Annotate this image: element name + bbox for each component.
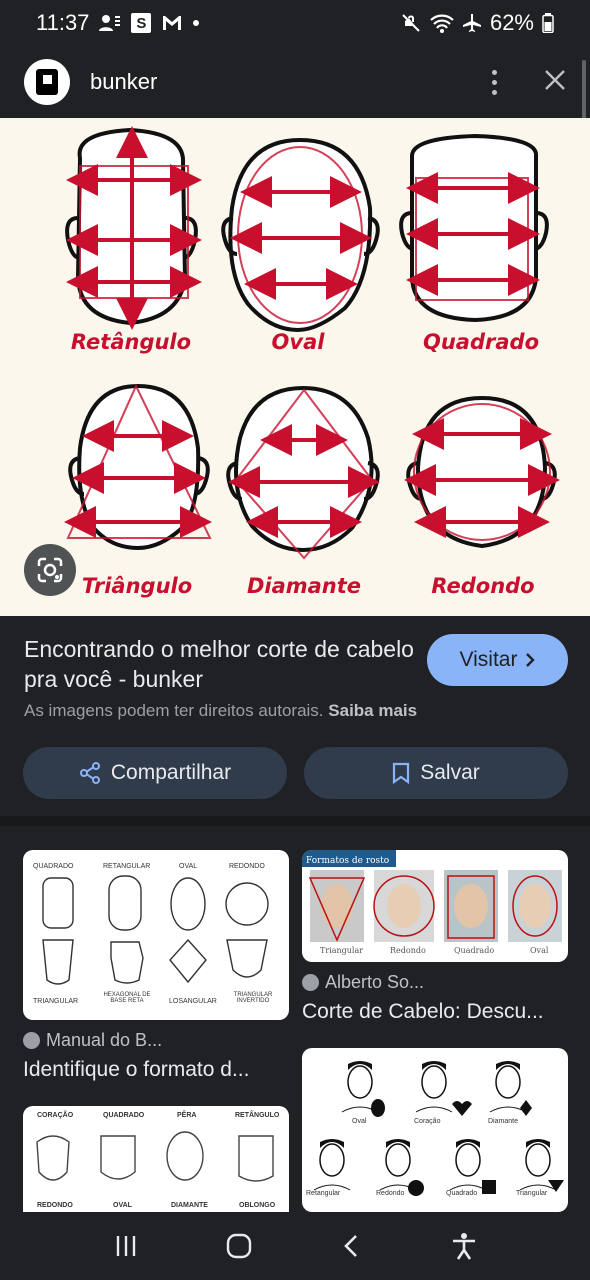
lens-icon[interactable] (24, 544, 76, 596)
s-app-icon: S (131, 13, 152, 33)
status-bar: 11:37 S 62% (0, 0, 590, 46)
label-redondo: Redondo (431, 574, 535, 598)
label-pera: PÊRA (177, 1112, 197, 1119)
related-source-2[interactable]: Alberto So... (302, 972, 424, 993)
label-triangulo: Triângulo (81, 574, 193, 598)
visit-button[interactable]: Visitar (427, 634, 568, 686)
label-retangular: Retangular (306, 1190, 341, 1197)
back-icon[interactable] (321, 1216, 381, 1276)
faces-sketch-grid (36, 1131, 274, 1182)
label-oval: Oval (271, 330, 325, 354)
related-images: QUADRADO RETANGULAR OVAL REDONDO TRIANGU… (0, 826, 590, 1212)
save-label: Salvar (420, 761, 480, 784)
label-triangular: Triangular (516, 1190, 548, 1197)
battery-percent: 62% (489, 10, 534, 35)
label-triangular: Triangular (320, 946, 364, 955)
label-quadrado-2: QUADRADO (103, 1112, 145, 1119)
related-title-1[interactable]: Identifique o formato d... (23, 1058, 249, 1082)
label-oval: Oval (530, 946, 549, 955)
airplane-icon (462, 13, 482, 33)
status-time: 11:37 (36, 10, 90, 35)
accessibility-icon[interactable] (434, 1216, 494, 1276)
copyright-text: As imagens podem ter direitos autorais. (24, 701, 324, 720)
site-name[interactable]: bunker (90, 69, 157, 95)
gmail-icon (161, 14, 183, 32)
notification-dot (193, 20, 200, 26)
label-retangulo: Retângulo (70, 330, 192, 354)
face-oval (221, 137, 380, 333)
battery-icon (542, 13, 554, 33)
share-icon (79, 762, 100, 784)
face-quadrado (399, 133, 549, 323)
share-label: Compartilhar (110, 761, 232, 784)
label-triangular: TRIANGULAR (33, 998, 79, 1005)
label-oval: OVAL (179, 863, 198, 870)
related-image-3[interactable]: CORAÇÃO QUADRADO PÊRA RETÂNGULO REDONDO … (23, 1106, 289, 1212)
label-oblongo: OBLONGO (239, 1202, 276, 1209)
main-image[interactable]: Retângulo Oval Quadrado Triângulo Diaman… (0, 118, 590, 616)
source-name: Manual do B... (46, 1030, 163, 1050)
related-image-2[interactable]: Formatos de rosto Triangular Redondo Qua… (302, 850, 568, 962)
share-button[interactable]: Compartilhar (23, 747, 287, 799)
section-divider (0, 816, 590, 826)
contact-icon (99, 13, 121, 33)
label-retangular: RETANGULAR (103, 863, 151, 870)
related-image-4[interactable]: Oval Coração Diamante Retangular Redondo… (302, 1048, 568, 1212)
label-diamante: Diamante (246, 574, 362, 598)
mute-icon (400, 12, 422, 34)
label-redondo: Redondo (390, 946, 426, 955)
label-diamante: Diamante (488, 1118, 518, 1125)
label-quadrado: Quadrado (454, 946, 495, 955)
label-hexagonal: HEXAGONAL DE BASE RETA (103, 992, 151, 1004)
more-options-icon[interactable] (484, 69, 504, 95)
save-button[interactable]: Salvar (304, 747, 568, 799)
label-redondo: Redondo (376, 1190, 405, 1197)
label-quadrado: QUADRADO (33, 863, 74, 870)
related-title-2[interactable]: Corte de Cabelo: Descu... (302, 1000, 544, 1024)
image-info: Encontrando o melhor corte de cabelo pra… (0, 616, 590, 816)
label-redondo-2: REDONDO (37, 1202, 73, 1209)
image-title[interactable]: Encontrando o melhor corte de cabelo pra… (24, 634, 414, 694)
bookmark-icon (393, 762, 410, 784)
label-triangular-invertido: TRIANGULAR INVERTIDO (233, 992, 273, 1004)
site-favicon-icon (302, 974, 319, 991)
chevron-right-icon (526, 653, 536, 667)
close-icon[interactable] (544, 69, 566, 96)
face-shape-sketches (313, 1061, 564, 1196)
label-diamante-2: DIAMANTE (171, 1202, 208, 1209)
label-coracao: CORAÇÃO (37, 1112, 74, 1119)
source-header: bunker (0, 46, 590, 118)
label-quadrado: Quadrado (423, 330, 539, 354)
label-retangulo-2: RETÂNGULO (235, 1112, 280, 1119)
bunker-logo-icon[interactable] (24, 59, 70, 105)
label-coracao: Coração (414, 1118, 441, 1125)
related-image-1[interactable]: QUADRADO RETANGULAR OVAL REDONDO TRIANGU… (23, 850, 289, 1020)
visit-label: Visitar (459, 648, 518, 671)
label-oval: Oval (352, 1118, 367, 1125)
system-nav-bar (0, 1212, 590, 1280)
learn-more-link[interactable]: Saiba mais (328, 701, 417, 720)
label-redondo: REDONDO (229, 863, 265, 870)
related-source-1[interactable]: Manual do B... (23, 1030, 162, 1051)
recents-icon[interactable] (96, 1216, 156, 1276)
home-icon[interactable] (209, 1216, 269, 1276)
label-oval-2: OVAL (113, 1202, 132, 1209)
face-shapes-illustration (64, 126, 560, 560)
copyright-notice: As imagens podem ter direitos autorais. … (24, 701, 417, 721)
label-quadrado: Quadrado (446, 1190, 478, 1197)
wifi-icon (430, 13, 454, 33)
site-favicon-icon (23, 1032, 40, 1049)
source-name: Alberto So... (325, 972, 425, 992)
label-losangular: LOSANGULAR (169, 998, 217, 1005)
